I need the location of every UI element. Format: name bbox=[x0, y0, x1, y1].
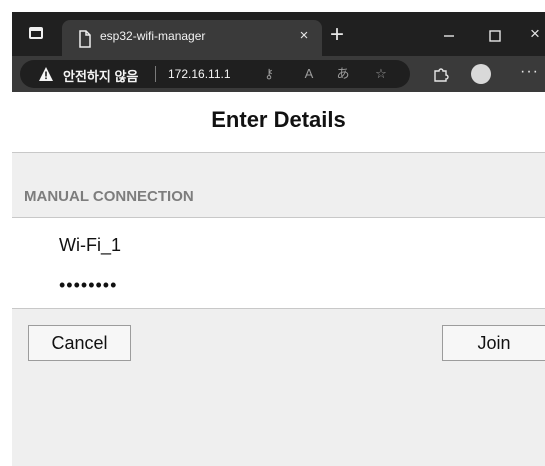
window-menu-icon[interactable] bbox=[29, 27, 43, 39]
manual-connection-heading: MANUAL CONNECTION bbox=[24, 188, 194, 205]
browser-window: esp32-wifi-manager × + × 안전하지 않음 172.16.… bbox=[0, 0, 545, 466]
maximize-icon[interactable] bbox=[486, 27, 504, 45]
left-edge bbox=[0, 0, 12, 466]
cancel-button[interactable]: Cancel bbox=[28, 325, 131, 361]
url-text[interactable]: 172.16.11.1 bbox=[168, 67, 231, 81]
favorite-icon[interactable]: ☆ bbox=[372, 65, 390, 83]
page-icon bbox=[79, 30, 91, 48]
security-status[interactable]: 안전하지 않음 bbox=[63, 66, 138, 85]
address-bar-row: 안전하지 않음 172.16.11.1 ⚷ A あ ☆ ··· bbox=[12, 56, 545, 92]
warning-icon[interactable] bbox=[38, 66, 54, 82]
read-aloud-icon[interactable]: A bbox=[300, 65, 318, 83]
extensions-icon[interactable] bbox=[432, 65, 450, 83]
ssid-input[interactable] bbox=[59, 233, 459, 257]
title-bar: esp32-wifi-manager × + × bbox=[12, 12, 545, 56]
browser-tab[interactable]: esp32-wifi-manager × bbox=[62, 20, 322, 56]
translate-icon[interactable]: あ bbox=[334, 65, 352, 83]
profile-icon[interactable] bbox=[471, 64, 491, 84]
password-input[interactable] bbox=[59, 272, 459, 298]
more-menu-icon[interactable]: ··· bbox=[520, 63, 539, 81]
address-divider bbox=[155, 66, 156, 82]
credentials-fields bbox=[12, 217, 545, 309]
page-title: Enter Details bbox=[211, 107, 346, 132]
close-tab-icon[interactable]: × bbox=[294, 26, 314, 46]
address-bar[interactable]: 안전하지 않음 172.16.11.1 ⚷ A あ ☆ bbox=[20, 60, 410, 88]
page-header: Enter Details bbox=[12, 92, 545, 153]
minimize-icon[interactable] bbox=[440, 27, 458, 45]
wifi-details-page: Enter Details MANUAL CONNECTION Cancel J… bbox=[12, 92, 545, 466]
window-close-icon[interactable]: × bbox=[530, 24, 545, 44]
join-button[interactable]: Join bbox=[442, 325, 545, 361]
tab-title: esp32-wifi-manager bbox=[100, 29, 206, 43]
new-tab-icon[interactable]: + bbox=[326, 23, 348, 47]
key-icon[interactable]: ⚷ bbox=[260, 65, 278, 83]
